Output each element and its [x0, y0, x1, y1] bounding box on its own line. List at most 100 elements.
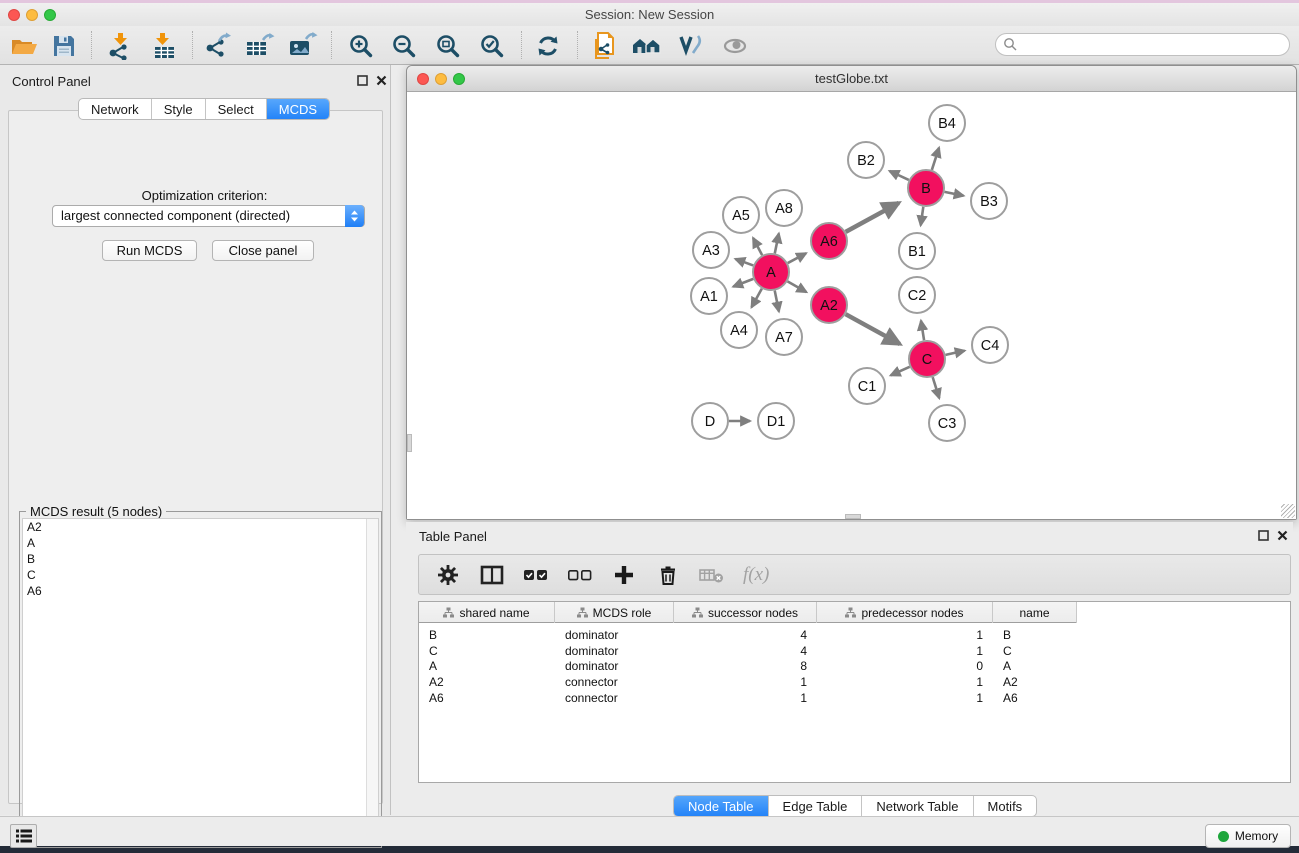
node-A6[interactable]: A6 — [811, 223, 847, 259]
run-mcds-button[interactable]: Run MCDS — [102, 240, 197, 261]
close-table-panel-icon[interactable] — [1277, 530, 1288, 541]
delete-table-button[interactable] — [699, 562, 725, 588]
tab-mcds[interactable]: MCDS — [267, 99, 329, 120]
column-header-MCDS-role[interactable]: MCDS role — [555, 602, 674, 623]
node-C[interactable]: C — [909, 341, 945, 377]
tab-node-table[interactable]: Node Table — [674, 796, 769, 817]
result-item[interactable]: A2 — [23, 519, 378, 535]
edge-B-B2[interactable] — [890, 171, 909, 180]
table-row[interactable]: A6connector11A6 — [419, 690, 1290, 706]
edge-A6-B[interactable] — [846, 203, 899, 232]
node-A5[interactable]: A5 — [723, 197, 759, 233]
node-A8[interactable]: A8 — [766, 190, 802, 226]
node-B3[interactable]: B3 — [971, 183, 1007, 219]
edge-C-C4[interactable] — [946, 351, 965, 355]
edge-C-C1[interactable] — [891, 367, 910, 376]
column-header-name[interactable]: name — [993, 602, 1077, 623]
close-panel-icon[interactable] — [376, 75, 387, 86]
zoom-fit-button[interactable] — [430, 29, 466, 62]
node-A2[interactable]: A2 — [811, 287, 847, 323]
zoom-in-button[interactable] — [343, 29, 379, 62]
node-B2[interactable]: B2 — [848, 142, 884, 178]
tab-network-table[interactable]: Network Table — [862, 796, 973, 817]
apply-layout-button[interactable] — [530, 29, 566, 62]
float-panel-icon[interactable] — [357, 75, 368, 86]
node-D[interactable]: D — [692, 403, 728, 439]
edge-A-A1[interactable] — [733, 279, 753, 287]
edge-B-B1[interactable] — [921, 207, 924, 225]
column-header-predecessor-nodes[interactable]: predecessor nodes — [817, 602, 993, 623]
task-history-button[interactable] — [10, 824, 37, 848]
create-column-button[interactable] — [611, 562, 637, 588]
save-session-button[interactable] — [46, 29, 82, 62]
result-item[interactable]: B — [23, 551, 378, 567]
node-B[interactable]: B — [908, 170, 944, 206]
function-builder-button[interactable]: f(x) — [743, 564, 769, 586]
tab-edge-table[interactable]: Edge Table — [769, 796, 863, 817]
tab-select[interactable]: Select — [206, 99, 267, 120]
edge-C-C2[interactable] — [921, 321, 924, 341]
node-A1[interactable]: A1 — [691, 278, 727, 314]
edge-A-A8[interactable] — [775, 233, 779, 253]
node-C4[interactable]: C4 — [972, 327, 1008, 363]
node-A7[interactable]: A7 — [766, 319, 802, 355]
search-input[interactable] — [1018, 38, 1289, 52]
node-A[interactable]: A — [753, 254, 789, 290]
result-item[interactable]: C — [23, 567, 378, 583]
result-item[interactable]: A — [23, 535, 378, 551]
result-scrollbar[interactable] — [366, 519, 378, 844]
table-row[interactable]: Bdominator41B — [419, 627, 1290, 643]
edge-A-A2[interactable] — [788, 281, 807, 292]
network-window-titlebar[interactable]: testGlobe.txt — [407, 66, 1296, 92]
tab-motifs[interactable]: Motifs — [974, 796, 1037, 817]
edge-A-A4[interactable] — [752, 289, 762, 308]
edge-B-B4[interactable] — [932, 148, 939, 170]
edge-A-A7[interactable] — [775, 291, 779, 312]
node-D1[interactable]: D1 — [758, 403, 794, 439]
import-network-button[interactable] — [102, 29, 138, 62]
edge-A-A6[interactable] — [788, 253, 806, 263]
node-B4[interactable]: B4 — [929, 105, 965, 141]
delete-columns-button[interactable] — [655, 562, 681, 588]
criterion-dropdown[interactable]: largest connected component (directed) — [52, 205, 365, 227]
import-table-button[interactable] — [147, 29, 183, 62]
edge-A-A5[interactable] — [753, 238, 762, 255]
show-column-panel-button[interactable] — [479, 562, 505, 588]
memory-button[interactable]: Memory — [1205, 824, 1291, 848]
resize-grip[interactable] — [1281, 504, 1295, 518]
table-row[interactable]: Cdominator41C — [419, 643, 1290, 659]
column-header-shared-name[interactable]: shared name — [419, 602, 555, 623]
select-all-columns-button[interactable] — [523, 562, 549, 588]
close-panel-button[interactable]: Close panel — [212, 240, 314, 261]
node-C3[interactable]: C3 — [929, 405, 965, 441]
split-handle-bottom[interactable] — [845, 514, 861, 519]
export-image-button[interactable] — [285, 29, 321, 62]
mcds-result-list[interactable]: A2ABCA6 — [22, 518, 379, 845]
result-item[interactable]: A6 — [23, 583, 378, 599]
edge-A2-C[interactable] — [846, 314, 900, 344]
float-table-panel-icon[interactable] — [1258, 530, 1269, 541]
network-canvas[interactable]: A A1 A2 A3 A4 A5 A6 A7 A8 B B1 B2 B3 B4 C C1 C2 C3 C4 D D1 — [407, 92, 1296, 519]
edge-B-B3[interactable] — [945, 192, 964, 196]
node-A4[interactable]: A4 — [721, 312, 757, 348]
zoom-selected-button[interactable] — [474, 29, 510, 62]
tab-network[interactable]: Network — [79, 99, 152, 120]
clone-network-button[interactable] — [589, 29, 625, 62]
open-file-button[interactable] — [6, 29, 42, 62]
zoom-out-button[interactable] — [386, 29, 422, 62]
table-settings-button[interactable] — [435, 562, 461, 588]
node-C2[interactable]: C2 — [899, 277, 935, 313]
table-row[interactable]: A2connector11A2 — [419, 674, 1290, 690]
node-B1[interactable]: B1 — [899, 233, 935, 269]
search-box[interactable] — [995, 33, 1290, 56]
split-handle-left[interactable] — [407, 434, 412, 452]
hide-graphics-details-button[interactable] — [672, 29, 708, 62]
deselect-all-columns-button[interactable] — [567, 562, 593, 588]
edge-C-C3[interactable] — [933, 377, 940, 398]
node-C1[interactable]: C1 — [849, 368, 885, 404]
node-A3[interactable]: A3 — [693, 232, 729, 268]
export-table-button[interactable] — [242, 29, 278, 62]
tab-style[interactable]: Style — [152, 99, 206, 120]
table-row[interactable]: Adominator80A — [419, 658, 1290, 674]
first-neighbors-button[interactable] — [629, 29, 665, 62]
